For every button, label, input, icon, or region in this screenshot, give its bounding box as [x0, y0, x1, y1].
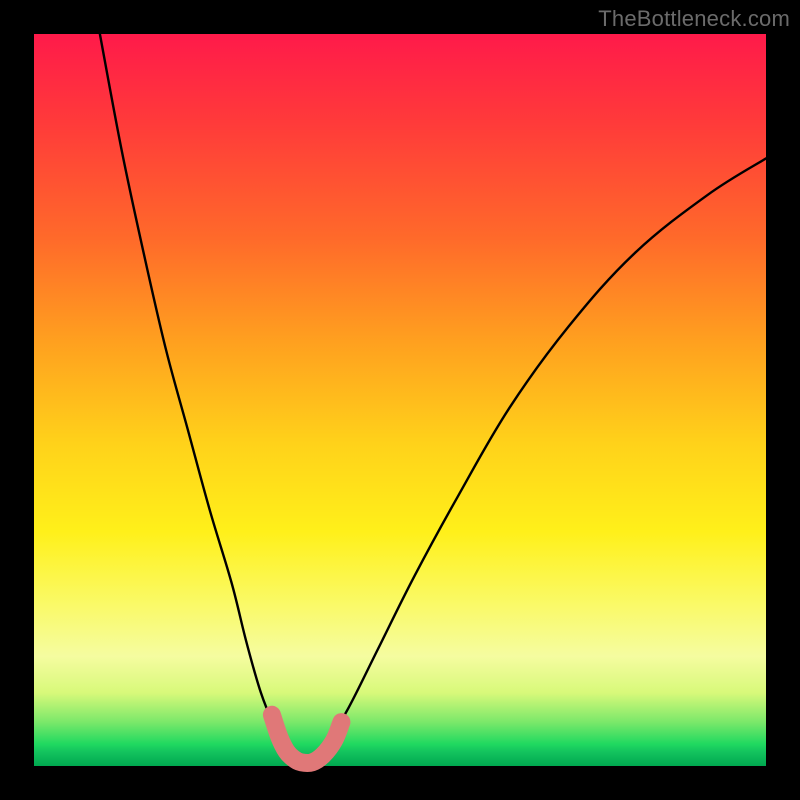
chart-svg	[34, 34, 766, 766]
plot-area	[34, 34, 766, 766]
watermark-text: TheBottleneck.com	[598, 6, 790, 32]
highlight-segment	[272, 715, 342, 763]
bottleneck-curve	[100, 34, 766, 768]
chart-frame: TheBottleneck.com	[0, 0, 800, 800]
